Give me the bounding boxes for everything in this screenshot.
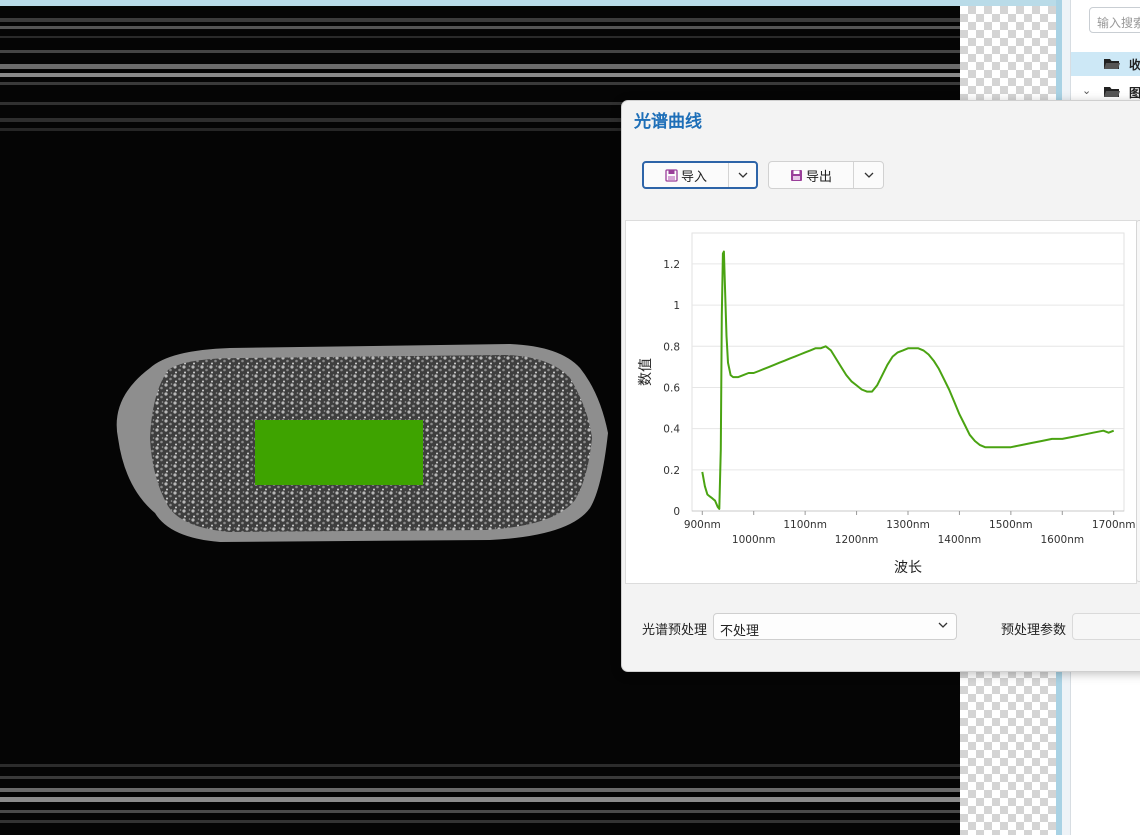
x-tick-label: 1200nm: [835, 534, 879, 546]
chevron-down-icon: [738, 172, 747, 178]
spectrum-dialog[interactable]: 光谱曲线 导入 导出 0 0.2 0.4 0.6 0.8 1 1.2 900nm…: [621, 100, 1140, 672]
y-tick-label: 0.2: [663, 465, 680, 477]
scan-stripe: [0, 788, 960, 792]
chevron-down-icon: [938, 622, 948, 628]
import-split-button[interactable]: 导入: [642, 161, 758, 189]
param-label: 预处理参数: [1001, 623, 1067, 638]
export-dropdown-button[interactable]: [854, 162, 883, 188]
scan-stripe: [0, 73, 960, 77]
scan-stripe: [0, 18, 960, 22]
y-tick-label: 0: [673, 506, 680, 518]
y-tick-label: 0.4: [663, 424, 680, 436]
import-dropdown-button[interactable]: [729, 163, 756, 187]
x-axis-title: 波长: [894, 560, 922, 576]
scan-stripe: [0, 26, 960, 29]
export-split-button[interactable]: 导出: [768, 161, 884, 189]
roi-rectangle[interactable]: [255, 420, 423, 485]
scan-stripe: [0, 797, 960, 802]
search-input[interactable]: 输入搜索: [1089, 7, 1140, 33]
scan-stripe: [0, 64, 960, 69]
x-tick-label: 900nm: [684, 519, 721, 531]
export-button[interactable]: 导出: [769, 162, 853, 188]
folder-icon: [1104, 59, 1120, 69]
x-tick-label: 1300nm: [886, 519, 930, 531]
search-placeholder: 输入搜索: [1097, 16, 1140, 30]
param-input[interactable]: [1072, 613, 1140, 640]
export-icon: [790, 169, 802, 181]
preprocess-select[interactable]: 不处理: [713, 613, 957, 640]
y-tick-label: 1: [673, 300, 680, 312]
scan-stripe: [0, 764, 960, 767]
import-label: 导入: [680, 169, 707, 185]
chart-scrollbar[interactable]: [1136, 220, 1140, 582]
preprocess-label: 光谱预处理: [642, 623, 708, 638]
x-tick-label: 1600nm: [1040, 534, 1084, 546]
export-label: 导出: [805, 169, 832, 185]
spectrum-chart: 0 0.2 0.4 0.6 0.8 1 1.2 900nm 1000nm 1100nm 1200nm…: [625, 220, 1137, 584]
scan-stripe: [0, 810, 960, 813]
tree-item-label: 收: [1129, 58, 1140, 72]
import-button[interactable]: 导入: [644, 163, 728, 187]
x-tick-label: 1700nm: [1092, 519, 1136, 531]
scan-stripe: [0, 36, 960, 38]
y-tick-label: 1.2: [663, 259, 680, 271]
folder-icon: [1104, 87, 1120, 97]
y-tick-label: 0.8: [663, 341, 680, 353]
scan-stripe: [0, 776, 960, 779]
dialog-title: 光谱曲线: [634, 112, 702, 132]
tree-item-collection[interactable]: 收: [1071, 52, 1140, 76]
preprocess-value: 不处理: [720, 624, 760, 639]
x-tick-label: 1500nm: [989, 519, 1033, 531]
import-icon: [665, 168, 678, 182]
x-tick-label: 1400nm: [938, 534, 982, 546]
tree-item-label: 图: [1129, 86, 1140, 100]
x-tick-label: 1100nm: [783, 519, 827, 531]
spectrum-chart-svg: 0 0.2 0.4 0.6 0.8 1 1.2 900nm 1000nm 1100nm 1200nm…: [638, 232, 1136, 576]
scan-stripe: [0, 82, 960, 85]
chevron-down-icon: [864, 172, 873, 178]
x-tick-label: 1000nm: [732, 534, 776, 546]
scan-stripe: [0, 820, 960, 823]
y-axis-title: 数值: [638, 358, 654, 386]
scan-stripe: [0, 50, 960, 53]
y-tick-label: 0.6: [663, 382, 680, 394]
chevron-down-icon[interactable]: ⌄: [1082, 84, 1091, 97]
